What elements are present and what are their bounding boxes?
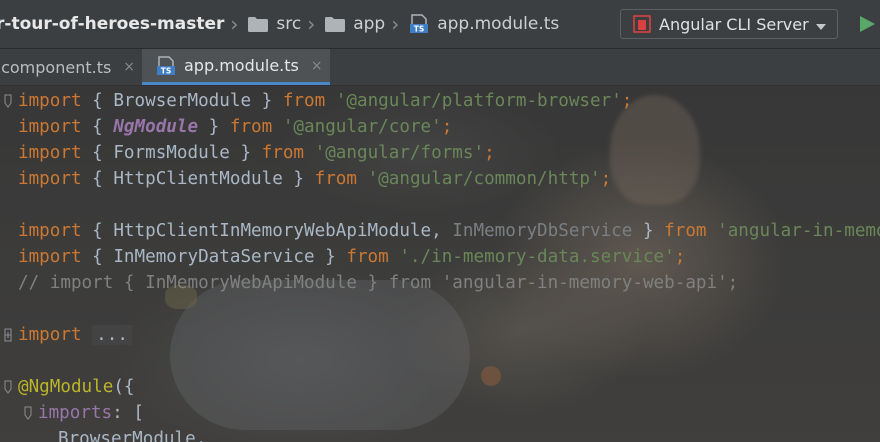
code-editor[interactable]: import { BrowserModule } from '@angular/… bbox=[0, 86, 880, 442]
angular-cli-icon bbox=[633, 15, 651, 33]
fold-marker-icon[interactable] bbox=[4, 379, 12, 394]
tab-component-ts[interactable]: .component.ts × bbox=[0, 49, 135, 85]
code-line: import { HttpClientModule } from '@angul… bbox=[18, 169, 612, 189]
folder-icon bbox=[248, 16, 269, 32]
close-icon[interactable]: × bbox=[311, 58, 323, 74]
chevron-down-icon bbox=[815, 18, 827, 30]
code-line: import { NgModule } from '@angular/core'… bbox=[18, 117, 453, 137]
tab-label: app.module.ts bbox=[184, 56, 299, 75]
fold-marker-icon[interactable] bbox=[4, 327, 12, 342]
ts-badge-text: TS bbox=[414, 25, 425, 34]
code-line: @NgModule({ bbox=[18, 377, 135, 397]
code-line: import ... bbox=[18, 322, 132, 348]
code-line: import { BrowserModule } from '@angular/… bbox=[18, 91, 633, 111]
code-line: // import { InMemoryWebApiModule } from … bbox=[18, 273, 739, 293]
typescript-file-icon: TS bbox=[156, 55, 176, 76]
ts-badge-text: TS bbox=[161, 66, 172, 75]
breadcrumb-folder-src[interactable]: src bbox=[248, 14, 301, 34]
chevron-right-icon: › bbox=[307, 12, 316, 36]
chevron-right-icon: › bbox=[230, 12, 239, 36]
run-configuration-label: Angular CLI Server bbox=[659, 14, 809, 34]
editor-tab-bar: .component.ts × TS app.module.ts × bbox=[0, 49, 880, 86]
close-icon[interactable]: × bbox=[123, 59, 135, 75]
run-icon[interactable] bbox=[858, 15, 876, 33]
typescript-file-icon: TS bbox=[409, 14, 429, 34]
tab-app-module-ts[interactable]: TS app.module.ts × bbox=[142, 49, 330, 85]
breadcrumb-folder-app[interactable]: app bbox=[325, 14, 385, 34]
code-line: import { InMemoryDataService } from './i… bbox=[18, 247, 686, 267]
breadcrumb-file[interactable]: TS app.module.ts bbox=[409, 14, 559, 34]
fold-marker-icon[interactable] bbox=[24, 405, 32, 420]
run-configuration-dropdown[interactable]: Angular CLI Server bbox=[620, 9, 838, 39]
breadcrumb-label: app bbox=[353, 14, 386, 34]
navigation-bar: r-tour-of-heroes-master › src › app › TS… bbox=[0, 0, 880, 49]
code-line: import { HttpClientInMemoryWebApiModule,… bbox=[18, 221, 880, 241]
breadcrumb-label: src bbox=[276, 14, 302, 34]
tab-label: .component.ts bbox=[0, 57, 112, 77]
code-line: BrowserModule, bbox=[58, 429, 207, 442]
folded-code-placeholder[interactable]: ... bbox=[92, 325, 132, 345]
folder-icon bbox=[325, 16, 346, 32]
code-line: imports: [ bbox=[38, 403, 144, 423]
code-line: import { FormsModule } from '@angular/fo… bbox=[18, 143, 495, 163]
chevron-right-icon: › bbox=[391, 12, 400, 36]
breadcrumb-label: app.module.ts bbox=[437, 14, 560, 34]
breadcrumb-project[interactable]: r-tour-of-heroes-master bbox=[0, 14, 224, 34]
fold-marker-icon[interactable] bbox=[4, 93, 12, 108]
